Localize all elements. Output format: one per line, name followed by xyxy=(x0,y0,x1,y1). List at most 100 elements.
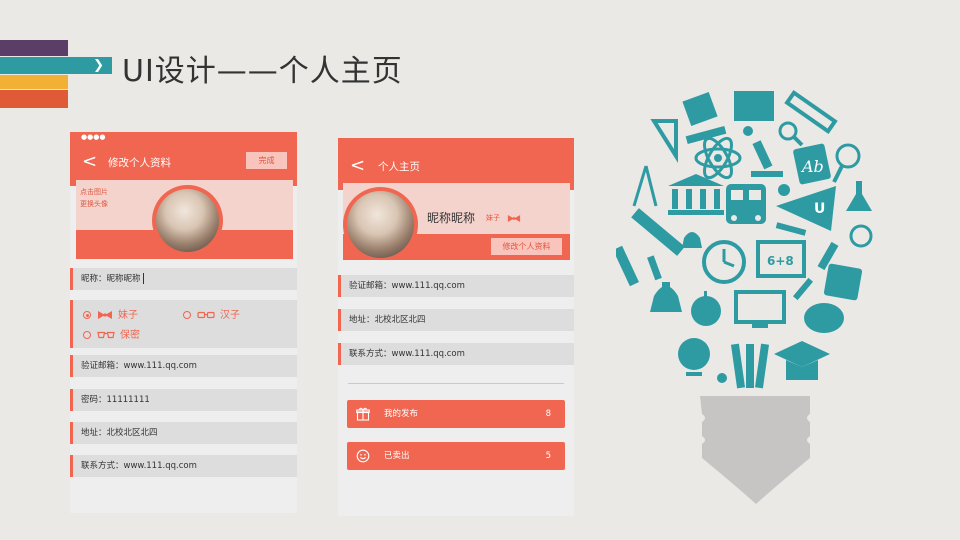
back-button[interactable]: < xyxy=(350,157,365,175)
flask-icon xyxy=(846,181,872,211)
apple-large-icon xyxy=(691,291,721,326)
apple-icon xyxy=(778,184,790,196)
profile-card: 昵称昵称 妹子 修改个人资料 xyxy=(343,183,570,260)
abc-book-text: Ab xyxy=(800,157,824,176)
my-posts-count: 8 xyxy=(545,409,551,419)
avatar-hint-line1: 点击图片 xyxy=(80,188,108,196)
chevron-left-icon: < xyxy=(82,151,98,172)
smile-icon xyxy=(356,449,370,463)
decor-stripe-orange xyxy=(0,90,68,108)
gender-label-male: 汉子 xyxy=(220,310,240,321)
graduation-cap-icon xyxy=(774,341,830,380)
edit-profile-button[interactable]: 修改个人资料 xyxy=(491,238,562,255)
decor-stripe-yellow xyxy=(0,75,68,89)
palette-icon xyxy=(804,303,844,333)
bulb-base xyxy=(700,396,810,504)
education-lightbulb-illustration: Ab U 6+8 xyxy=(616,89,873,504)
pennant-text: U xyxy=(814,201,825,217)
decor-stripe-teal: ❯ xyxy=(0,57,112,74)
gender-badge-label: 妹子 xyxy=(486,214,500,222)
lightbulb-small-icon xyxy=(717,373,727,383)
pencil-small-icon xyxy=(792,277,814,301)
my-posts-button[interactable]: 我的发布 8 xyxy=(347,400,565,428)
my-posts-label: 我的发布 xyxy=(384,409,419,419)
nickname-field[interactable]: 昵称：昵称昵称 xyxy=(70,268,297,290)
bow-icon xyxy=(508,214,521,222)
nav-title: 个人主页 xyxy=(378,161,420,173)
blackboard-text: 6+8 xyxy=(767,254,794,268)
pencils-icon xyxy=(730,343,770,389)
radio-selected xyxy=(83,311,91,319)
gender-option-female[interactable]: 妹子 xyxy=(83,306,138,321)
chevron-right-icon: ❯ xyxy=(93,58,104,73)
decor-stripe-purple xyxy=(0,40,68,56)
nav-title: 修改个人资料 xyxy=(108,157,171,169)
museum-icon xyxy=(668,174,724,215)
contact-row: 联系方式：www.111.qq.com xyxy=(338,343,574,365)
ruler-angled-icon xyxy=(631,208,685,256)
compass-icon xyxy=(832,143,861,183)
atom-icon xyxy=(694,136,742,180)
blackboard-icon: 6+8 xyxy=(756,240,806,278)
text-cursor xyxy=(142,273,144,284)
radio-unselected xyxy=(183,311,191,319)
nickname: 昵称昵称 xyxy=(427,211,476,225)
gender-badge: 妹子 xyxy=(486,213,522,223)
profile-screen: < 个人主页 昵称昵称 妹子 修改个人资料 验证邮箱：www.111.qq.co… xyxy=(338,138,574,516)
status-bar: ●●●● xyxy=(70,132,297,144)
pen-icon xyxy=(616,245,639,287)
done-button[interactable]: 完成 xyxy=(246,152,287,169)
avatar xyxy=(343,187,418,260)
slide-title: UI设计——个人主页 xyxy=(122,54,403,89)
gift-icon xyxy=(356,407,370,421)
book-icon xyxy=(734,91,774,121)
sunglasses-icon xyxy=(97,331,115,339)
gender-option-male[interactable]: 汉子 xyxy=(183,306,240,321)
abc-book-icon: Ab xyxy=(793,143,831,185)
avatar-image xyxy=(347,191,414,258)
avatar-hint-line2: 更换头像 xyxy=(80,200,108,208)
microscope-icon xyxy=(751,140,783,177)
lamp-icon xyxy=(849,224,873,248)
gender-label-female: 妹子 xyxy=(118,310,138,321)
back-button[interactable]: < xyxy=(82,153,97,171)
calculator-icon xyxy=(823,263,863,301)
avatar xyxy=(156,189,219,252)
address-row: 地址：北校北区北四 xyxy=(338,309,574,331)
radio-unselected xyxy=(83,331,91,339)
divider xyxy=(348,383,564,384)
set-square-icon xyxy=(650,119,678,163)
email-row: 验证邮箱：www.111.qq.com xyxy=(338,275,574,297)
avatar-hint: 点击图片 更换头像 xyxy=(80,186,108,210)
avatar-change-button[interactable] xyxy=(152,185,223,256)
school-bus-icon xyxy=(726,184,766,224)
paintbrush-icon xyxy=(775,222,807,236)
sold-count: 5 xyxy=(545,451,551,461)
nickname-value: 昵称：昵称昵称 xyxy=(81,274,141,284)
password-field[interactable]: 密码：11111111 xyxy=(70,389,297,411)
notepad-icon xyxy=(682,91,718,127)
contact-field[interactable]: 联系方式：www.111.qq.com xyxy=(70,455,297,477)
chevron-left-icon: < xyxy=(350,155,366,176)
gender-selector: 妹子 汉子 保密 xyxy=(70,300,297,348)
sold-label: 已卖出 xyxy=(384,451,410,461)
status-bar xyxy=(338,138,574,150)
computer-icon xyxy=(734,290,786,328)
gender-option-secret[interactable]: 保密 xyxy=(83,326,140,341)
email-field[interactable]: 验证邮箱：www.111.qq.com xyxy=(70,355,297,377)
sold-button[interactable]: 已卖出 5 xyxy=(347,442,565,470)
gender-label-secret: 保密 xyxy=(120,330,140,341)
globe-icon xyxy=(678,338,710,376)
bell-icon xyxy=(682,232,702,248)
edit-profile-screen: ●●●● < 修改个人资料 完成 点击图片 更换头像 昵称：昵称昵称 妹子 汉子… xyxy=(70,132,297,513)
clock-icon xyxy=(702,240,746,284)
lightbulb-icon xyxy=(743,126,753,136)
bow-icon xyxy=(98,311,112,319)
glasses-icon xyxy=(197,311,215,319)
magnifier-icon xyxy=(778,121,804,147)
avatar-card: 点击图片 更换头像 xyxy=(76,180,293,259)
bell-large-icon xyxy=(650,282,682,312)
test-tube-small-icon xyxy=(647,255,662,281)
address-field[interactable]: 地址：北校北区北四 xyxy=(70,422,297,444)
compass-drawing-icon xyxy=(632,165,658,207)
